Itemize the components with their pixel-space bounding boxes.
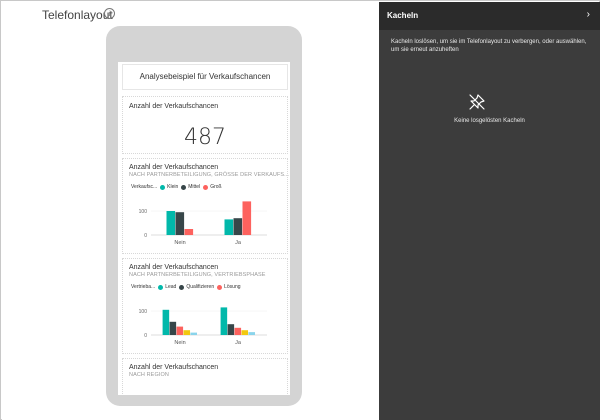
bar[interactable] bbox=[166, 211, 176, 235]
unpin-icon bbox=[469, 94, 485, 110]
tiles-panel-description: Kacheln loslösen, um sie im Telefonlayou… bbox=[391, 39, 587, 53]
chart-legend: Verkaufsc... Klein Mittel Groß bbox=[131, 184, 222, 190]
tiles-panel: Kacheln › Kacheln loslösen, um sie im Te… bbox=[379, 2, 600, 420]
x-tick-label: Nein bbox=[174, 340, 185, 346]
bar[interactable] bbox=[242, 201, 252, 235]
bar[interactable] bbox=[234, 327, 242, 335]
app-frame: Telefonlayout i Analysebeispiel für Verk… bbox=[0, 0, 600, 420]
tile-subtitle: NACH PARTNERBETEILIGUNG, GRÖSSE DER VERK… bbox=[129, 172, 290, 178]
bar[interactable] bbox=[184, 229, 194, 235]
tile-chart-size[interactable]: Anzahl der Verkaufschancen NACH PARTNERB… bbox=[122, 158, 290, 254]
tile-title: Anzahl der Verkaufschancen bbox=[129, 103, 219, 110]
tile-kpi[interactable]: Anzahl der Verkaufschancen 487 bbox=[122, 96, 288, 154]
tile-region[interactable]: Anzahl der Verkaufschancen NACH REGION bbox=[122, 358, 288, 395]
legend-item: Mittel bbox=[181, 184, 200, 190]
tile-subtitle: NACH PARTNERBETEILIGUNG, VERTRIEBSPHASE bbox=[129, 272, 266, 278]
phone-mockup: Analysebeispiel für Verkaufschancen Anza… bbox=[106, 26, 302, 406]
legend-item: Qualifizieren bbox=[179, 284, 214, 290]
bar[interactable] bbox=[248, 332, 255, 335]
tiles-panel-header: Kacheln › bbox=[379, 2, 600, 30]
bar[interactable] bbox=[176, 326, 184, 335]
x-tick-label: Ja bbox=[235, 240, 242, 246]
x-tick-label: Nein bbox=[174, 240, 185, 246]
bar[interactable] bbox=[220, 307, 228, 335]
bar-chart-phase: 100 0 Nein Ja bbox=[139, 307, 267, 346]
bar[interactable] bbox=[227, 324, 235, 335]
legend-item: Groß bbox=[203, 184, 222, 190]
legend-item: Lead bbox=[158, 284, 176, 290]
tile-title: Anzahl der Verkaufschancen bbox=[129, 164, 219, 171]
kpi-value: 487 bbox=[184, 125, 226, 150]
bar[interactable] bbox=[183, 330, 191, 335]
phone-layout-pane: Telefonlayout i Analysebeispiel für Verk… bbox=[2, 2, 379, 420]
bar[interactable] bbox=[190, 332, 197, 335]
y-tick-label: 100 bbox=[139, 309, 148, 315]
tile-subtitle: NACH REGION bbox=[129, 372, 169, 378]
bar[interactable] bbox=[169, 321, 177, 335]
bar[interactable] bbox=[233, 218, 243, 235]
tiles-panel-title: Kacheln bbox=[387, 11, 419, 20]
y-tick-label: 0 bbox=[144, 333, 147, 339]
x-tick-label: Ja bbox=[235, 340, 242, 346]
info-icon[interactable]: i bbox=[104, 8, 115, 19]
y-tick-label: 0 bbox=[144, 233, 147, 239]
pane-title: Telefonlayout bbox=[42, 8, 113, 22]
legend-title: Vertrieba... bbox=[131, 284, 156, 290]
empty-tiles-message: Keine losgelösten Kacheln bbox=[454, 118, 525, 124]
bar-chart-size: 100 0 Nein Ja bbox=[139, 201, 267, 246]
phone-screen[interactable]: Analysebeispiel für Verkaufschancen Anza… bbox=[118, 62, 290, 395]
chart-legend: Vertrieba... Lead Qualifizieren Lösung bbox=[131, 284, 241, 290]
legend-item: Lösung bbox=[217, 284, 241, 290]
tile-chart-phase[interactable]: Anzahl der Verkaufschancen NACH PARTNERB… bbox=[122, 258, 288, 354]
legend-title: Verkaufsc... bbox=[131, 184, 158, 190]
y-tick-label: 100 bbox=[139, 209, 148, 215]
legend-item: Klein bbox=[160, 184, 178, 190]
chevron-right-icon[interactable]: › bbox=[587, 9, 590, 20]
bar[interactable] bbox=[241, 330, 249, 335]
bar[interactable] bbox=[224, 219, 234, 235]
tile-title: Anzahl der Verkaufschancen bbox=[129, 264, 219, 271]
dashboard-title: Analysebeispiel für Verkaufschancen bbox=[122, 64, 288, 90]
bar[interactable] bbox=[162, 309, 170, 335]
bar[interactable] bbox=[175, 212, 185, 235]
tile-title: Anzahl der Verkaufschancen bbox=[129, 364, 219, 371]
